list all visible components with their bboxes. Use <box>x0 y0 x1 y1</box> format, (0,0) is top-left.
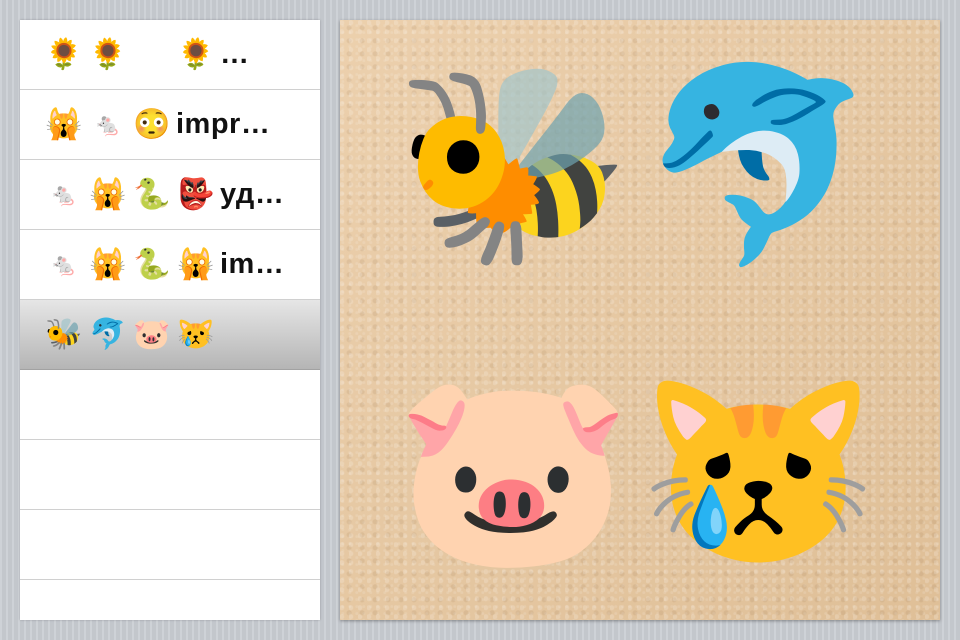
dolphin-tile[interactable]: 🐬 <box>640 50 877 280</box>
crying-cat-icon: 😿 <box>177 317 215 351</box>
list-item[interactable]: 🐁 🙀 🐍 👺 уд… <box>20 160 320 230</box>
sunflower-icon: 🌻 <box>89 37 127 71</box>
weary-cat-icon: 🙀 <box>89 177 127 211</box>
mouse-icon: 🐁 <box>94 111 122 137</box>
mouse-icon: 🐁 <box>50 251 78 277</box>
list-item-selected[interactable]: 🐝 🐬 🐷 😿 <box>20 300 320 370</box>
list-item[interactable]: 🐁 🙀 🐍 🙀 im… <box>20 230 320 300</box>
empty-list-item[interactable] <box>20 510 320 580</box>
pig-face-icon: 🐷 <box>133 317 171 351</box>
list-item[interactable]: 🙀 🐁 😳 impr… <box>20 90 320 160</box>
list-item-label: уд… <box>220 178 285 210</box>
bee-tile[interactable]: 🐝 <box>395 50 632 280</box>
list-item-label: … <box>220 38 250 70</box>
list-item-label: impr… <box>176 108 271 140</box>
bee-icon: 🐝 <box>45 317 83 351</box>
weary-cat-icon: 🙀 <box>89 247 127 281</box>
snake-icon: 🐍 <box>133 247 171 281</box>
dolphin-icon: 🐬 <box>89 317 127 351</box>
mouse-icon: 🐁 <box>50 181 78 207</box>
empty-list-item[interactable] <box>20 440 320 510</box>
flushed-face-icon: 😳 <box>133 107 171 141</box>
emoji-sequence-list: 🌻 🌻 🌻 … 🙀 🐁 😳 impr… 🐁 🙀 🐍 👺 уд… 🐁 🙀 🐍 🙀 … <box>20 20 320 620</box>
sunflower-icon: 🌻 <box>177 37 215 71</box>
list-item[interactable]: 🌻 🌻 🌻 … <box>20 20 320 90</box>
emoji-board: 🐝 🐬 🐷 😿 <box>340 20 940 620</box>
pig-face-tile[interactable]: 🐷 <box>395 355 632 585</box>
goblin-icon: 👺 <box>177 177 215 211</box>
list-item-label: im… <box>220 248 285 280</box>
crying-cat-tile[interactable]: 😿 <box>640 355 877 585</box>
sunflower-icon: 🌻 <box>45 37 83 71</box>
empty-list-item[interactable] <box>20 370 320 440</box>
weary-cat-icon: 🙀 <box>45 107 83 141</box>
weary-cat-icon: 🙀 <box>177 247 215 281</box>
snake-icon: 🐍 <box>133 177 171 211</box>
